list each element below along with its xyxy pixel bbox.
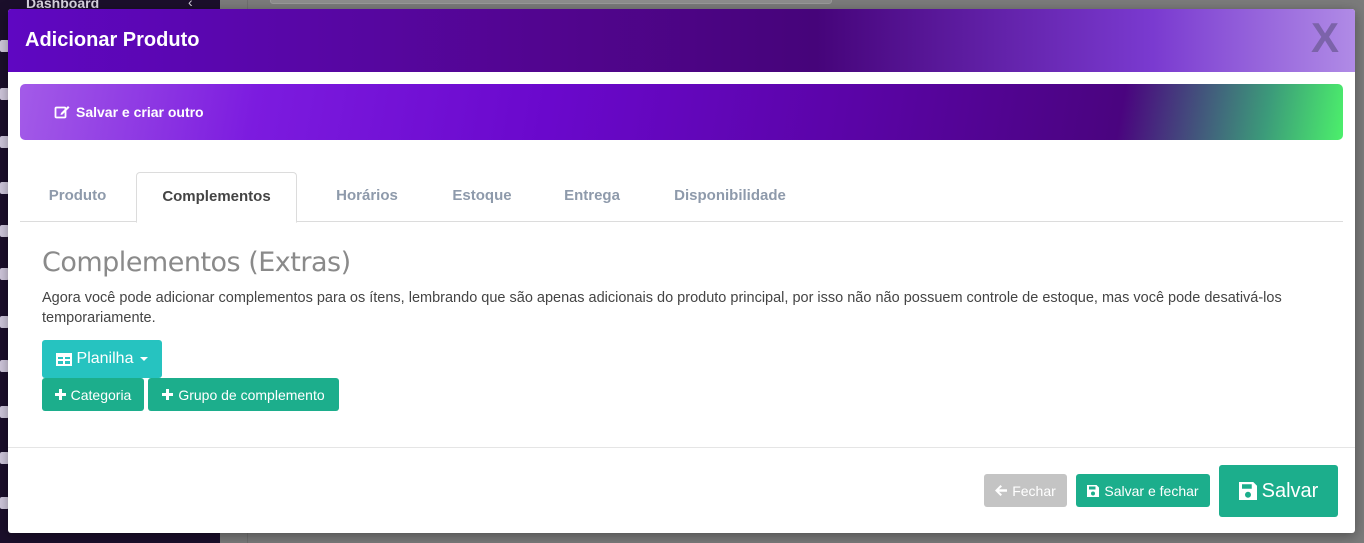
tab-bar: Produto Complementos Horários Estoque En… xyxy=(20,172,1343,223)
add-category-label: Categoria xyxy=(70,386,132,403)
tab-entrega[interactable]: Entrega xyxy=(542,172,642,222)
tab-disponibilidade[interactable]: Disponibilidade xyxy=(660,172,800,222)
section-description: Agora você pode adicionar complementos p… xyxy=(42,290,1282,326)
close-button[interactable]: Fechar xyxy=(984,474,1067,507)
plus-icon xyxy=(54,389,66,400)
tab-estoque[interactable]: Estoque xyxy=(432,172,532,222)
background-search-bar xyxy=(270,0,832,4)
save-and-close-button[interactable]: Salvar e fechar xyxy=(1076,474,1210,507)
table-icon xyxy=(55,352,72,366)
add-complement-group-button[interactable]: Grupo de complemento xyxy=(148,378,339,411)
planilha-label: Planilha xyxy=(76,350,134,367)
save-label: Salvar xyxy=(1261,479,1319,502)
arrow-left-icon xyxy=(995,485,1008,496)
save-and-new-bar: Salvar e criar outro xyxy=(20,84,1343,140)
edit-icon xyxy=(54,106,70,119)
plus-icon xyxy=(162,389,174,400)
close-label: Fechar xyxy=(1012,482,1056,499)
floppy-disk-icon xyxy=(1238,482,1257,500)
caret-down-icon xyxy=(140,357,149,361)
add-complement-group-label: Grupo de complemento xyxy=(178,386,325,403)
section-title: Complementos (Extras) xyxy=(42,247,351,278)
save-button[interactable]: Salvar xyxy=(1219,465,1338,517)
add-product-modal: Adicionar Produto X Salvar e criar outro… xyxy=(8,9,1355,533)
save-and-create-another-label: Salvar e criar outro xyxy=(76,104,204,120)
planilha-dropdown-button[interactable]: Planilha xyxy=(42,340,162,378)
modal-title: Adicionar Produto xyxy=(25,29,200,51)
floppy-disk-icon xyxy=(1087,484,1100,497)
tab-horarios[interactable]: Horários xyxy=(312,172,422,222)
add-category-button[interactable]: Categoria xyxy=(42,378,144,411)
footer-divider xyxy=(8,447,1355,448)
modal-header: Adicionar Produto X xyxy=(8,9,1355,72)
tab-produto[interactable]: Produto xyxy=(20,172,135,222)
close-icon[interactable]: X xyxy=(1311,17,1339,59)
save-and-create-another-button[interactable]: Salvar e criar outro xyxy=(54,104,204,120)
tab-complementos[interactable]: Complementos xyxy=(136,172,297,223)
save-and-close-label: Salvar e fechar xyxy=(1104,482,1199,499)
